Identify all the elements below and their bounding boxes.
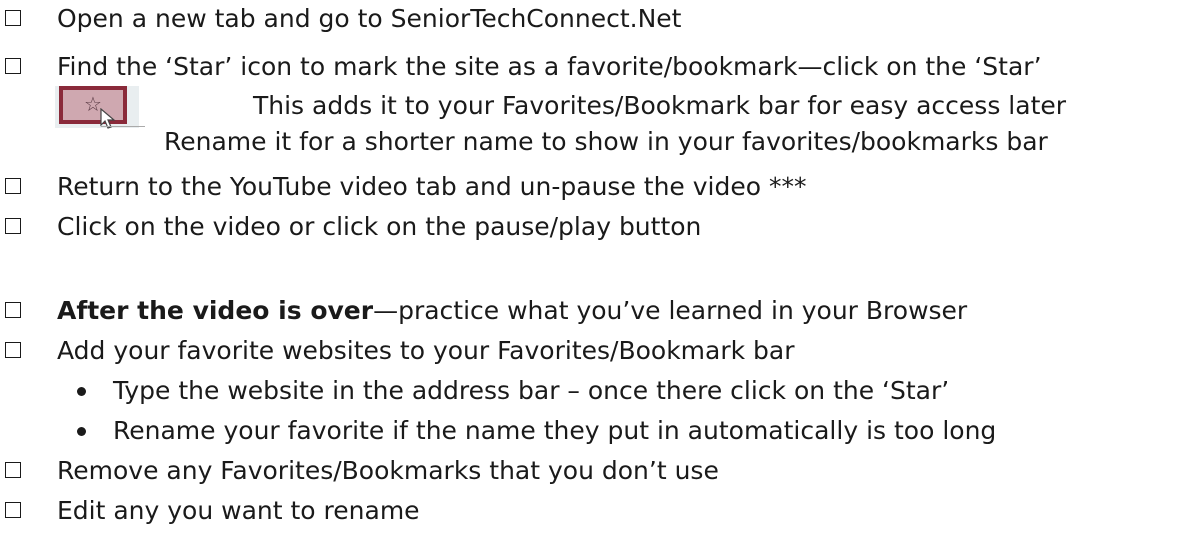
item-text: Type the website in the address bar – on… [113, 376, 950, 405]
item-text: Rename it for a shorter name to show in … [164, 127, 1048, 156]
checkbox-icon[interactable] [5, 302, 21, 318]
item-text: Return to the YouTube video tab and un-p… [57, 172, 807, 201]
item-text: Remove any Favorites/Bookmarks that you … [57, 456, 719, 485]
item-text: Rename your favorite if the name they pu… [113, 416, 997, 445]
item-text: Open a new tab and go to SeniorTechConne… [57, 4, 682, 33]
checkbox-icon[interactable] [5, 462, 21, 478]
item-text: Find the ‘Star’ icon to mark the site as… [57, 52, 1042, 81]
item-text: Edit any you want to rename [57, 496, 420, 525]
item-text: After the video is over—practice what yo… [57, 296, 967, 326]
divider [101, 126, 145, 127]
bullet-dot-icon [77, 387, 86, 396]
checkbox-icon[interactable] [5, 218, 21, 234]
checkbox-icon[interactable] [5, 502, 21, 518]
item-text: Click on the video or click on the pause… [57, 212, 702, 241]
checkbox-icon[interactable] [5, 342, 21, 358]
item-text: This adds it to your Favorites/Bookmark … [253, 91, 1067, 120]
checkbox-icon[interactable] [5, 58, 21, 74]
item-rest: —practice what you’ve learned in your Br… [373, 296, 968, 325]
checkbox-icon[interactable] [5, 178, 21, 194]
bold-lead: After the video is over [57, 296, 374, 325]
item-text: Add your favorite websites to your Favor… [57, 336, 795, 365]
star-bookmark-screenshot: ☆ [55, 86, 145, 129]
checkbox-icon[interactable] [5, 10, 21, 26]
bullet-dot-icon [77, 427, 86, 436]
